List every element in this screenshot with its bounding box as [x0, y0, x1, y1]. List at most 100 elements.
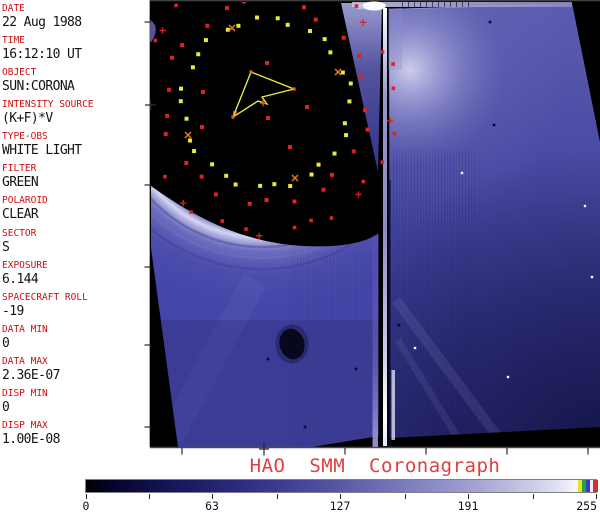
sidebar-field-sector: SECTOR S — [2, 229, 148, 254]
colorbar-tick-label: 63 — [205, 500, 219, 512]
fiducial-dot — [210, 162, 214, 166]
fiducial-dot — [200, 175, 204, 179]
fiducial-dot — [286, 23, 290, 27]
fiducial-scatter-dot — [305, 105, 309, 109]
fiducial-dot — [321, 188, 325, 192]
field-value: SUN:CORONA — [2, 80, 148, 93]
serration-tick — [438, 2, 439, 7]
field-value: 16:12:10 UT — [2, 48, 148, 61]
sidebar-field-object: OBJECT SUN:CORONA — [2, 68, 148, 93]
split-line-top-glow — [388, 8, 402, 70]
fiducial-dot — [341, 71, 345, 75]
fiducial-dot — [244, 227, 248, 231]
fiducial-dot — [140, 144, 143, 148]
colorbar-tick-label: 127 — [330, 500, 351, 512]
fiducial-dot — [355, 4, 359, 8]
field-label: SPACECRAFT ROLL — [2, 293, 148, 303]
fiducial-dot — [196, 52, 200, 56]
sidebar-field-disp-max: DISP MAX1.00E-08 — [2, 421, 148, 446]
colorbar-tick — [405, 494, 406, 499]
serration-tick — [426, 2, 427, 7]
fiducial-dot — [361, 180, 365, 184]
white-speck — [414, 347, 416, 349]
fiducial-dot — [189, 210, 193, 214]
colorbar-gradient — [85, 479, 597, 493]
coronagraph-image-canvas — [140, 0, 600, 456]
fiducial-dot — [323, 37, 327, 41]
field-label: DATE — [2, 4, 148, 14]
fiducial-dot — [309, 219, 313, 223]
dark-speck — [267, 358, 270, 361]
colorbar-stripe — [593, 480, 598, 492]
field-value: 1.00E-08 — [2, 433, 148, 446]
serration-tick — [402, 2, 403, 7]
fiducial-dot — [265, 198, 269, 202]
fiducial-scatter-dot — [266, 116, 270, 120]
fiducial-dot — [180, 43, 184, 47]
sidebar-field-intensity-source: INTENSITY SOURCE(K+F)*V — [2, 100, 148, 125]
sidebar-field-date: DATE22 Aug 1988 — [2, 4, 148, 29]
fiducial-dot — [310, 173, 314, 177]
serration-tick — [414, 2, 415, 7]
fiducial-dot — [366, 128, 370, 132]
colorbar-tick-label: 0 — [83, 500, 90, 512]
fiducial-dot — [392, 86, 396, 90]
fiducial-dot — [333, 152, 337, 156]
serration-tick — [462, 2, 463, 7]
colorbar-tick-label: 255 — [576, 500, 597, 512]
flag-vertex-dot — [292, 87, 295, 90]
fiducial-dot — [165, 114, 169, 118]
field-value: WHITE LIGHT — [2, 144, 148, 157]
fiducial-dot — [328, 50, 332, 54]
metadata-sidebar: DATE22 Aug 1988 TIME 16:12:10 UT OBJECT SUN:… — [0, 0, 150, 456]
fiducial-dot — [308, 29, 312, 33]
field-label: TIME — [2, 36, 148, 46]
fiducial-dot — [146, 156, 150, 160]
right-panel-shading — [384, 3, 600, 447]
fiducial-dot — [225, 6, 229, 10]
fiducial-dot — [293, 226, 297, 230]
sidebar-field-spacecraft-roll: SPACECRAFT ROLL-19 — [2, 293, 148, 318]
serration-tick — [450, 2, 451, 7]
fiducial-dot — [391, 62, 395, 66]
fiducial-dot — [357, 54, 361, 58]
sidebar-field-data-min: DATA MIN0 — [2, 325, 148, 350]
fiducial-dot — [170, 56, 174, 60]
fiducial-dot — [258, 184, 262, 188]
fiducial-dot — [236, 24, 240, 28]
fiducial-dot — [349, 82, 353, 86]
field-value: 6.144 — [2, 273, 148, 286]
image-title: HAO SMM Coronagraph — [150, 456, 600, 476]
field-value: S — [2, 241, 148, 254]
fiducial-scatter-dot — [200, 125, 204, 129]
fiducial-dot — [204, 38, 208, 42]
field-value: 2.36E-07 — [2, 369, 148, 382]
field-label: OBJECT — [2, 68, 148, 78]
fiducial-dot — [330, 216, 334, 220]
field-label: DATA MAX — [2, 357, 148, 367]
fiducial-dot — [363, 108, 367, 112]
fiducial-scatter-dot — [288, 145, 292, 149]
sidebar-field-disp-min: DISP MIN0 — [2, 389, 148, 414]
sidebar-field-exposure: EXPOSURE6.144 — [2, 261, 148, 286]
top-bright-blob — [362, 2, 386, 11]
fiducial-dot — [188, 139, 192, 143]
fiducial-dot — [317, 163, 321, 167]
fiducial-dot — [164, 132, 168, 136]
fiducial-dot — [330, 173, 334, 177]
sidebar-field-type-obs: TYPE-OBSWHITE LIGHT — [2, 132, 148, 157]
fiducial-dot — [184, 161, 188, 165]
sidebar-field-polaroid: POLAROIDCLEAR — [2, 196, 148, 221]
white-speck — [591, 276, 593, 278]
colorbar-tick-label: 191 — [458, 500, 479, 512]
field-label: SECTOR — [2, 229, 148, 239]
field-value: 0 — [2, 401, 148, 414]
fiducial-dot — [205, 24, 209, 28]
fiducial-dot — [272, 182, 276, 186]
fiducial-dot — [174, 4, 178, 8]
fiducial-dot — [224, 174, 228, 178]
fiducial-dot — [179, 99, 183, 103]
fiducial-dot — [292, 200, 296, 204]
sidebar-field-data-max: DATA MAX 2.36E-07 — [2, 357, 148, 382]
fiducial-dot — [214, 192, 218, 196]
